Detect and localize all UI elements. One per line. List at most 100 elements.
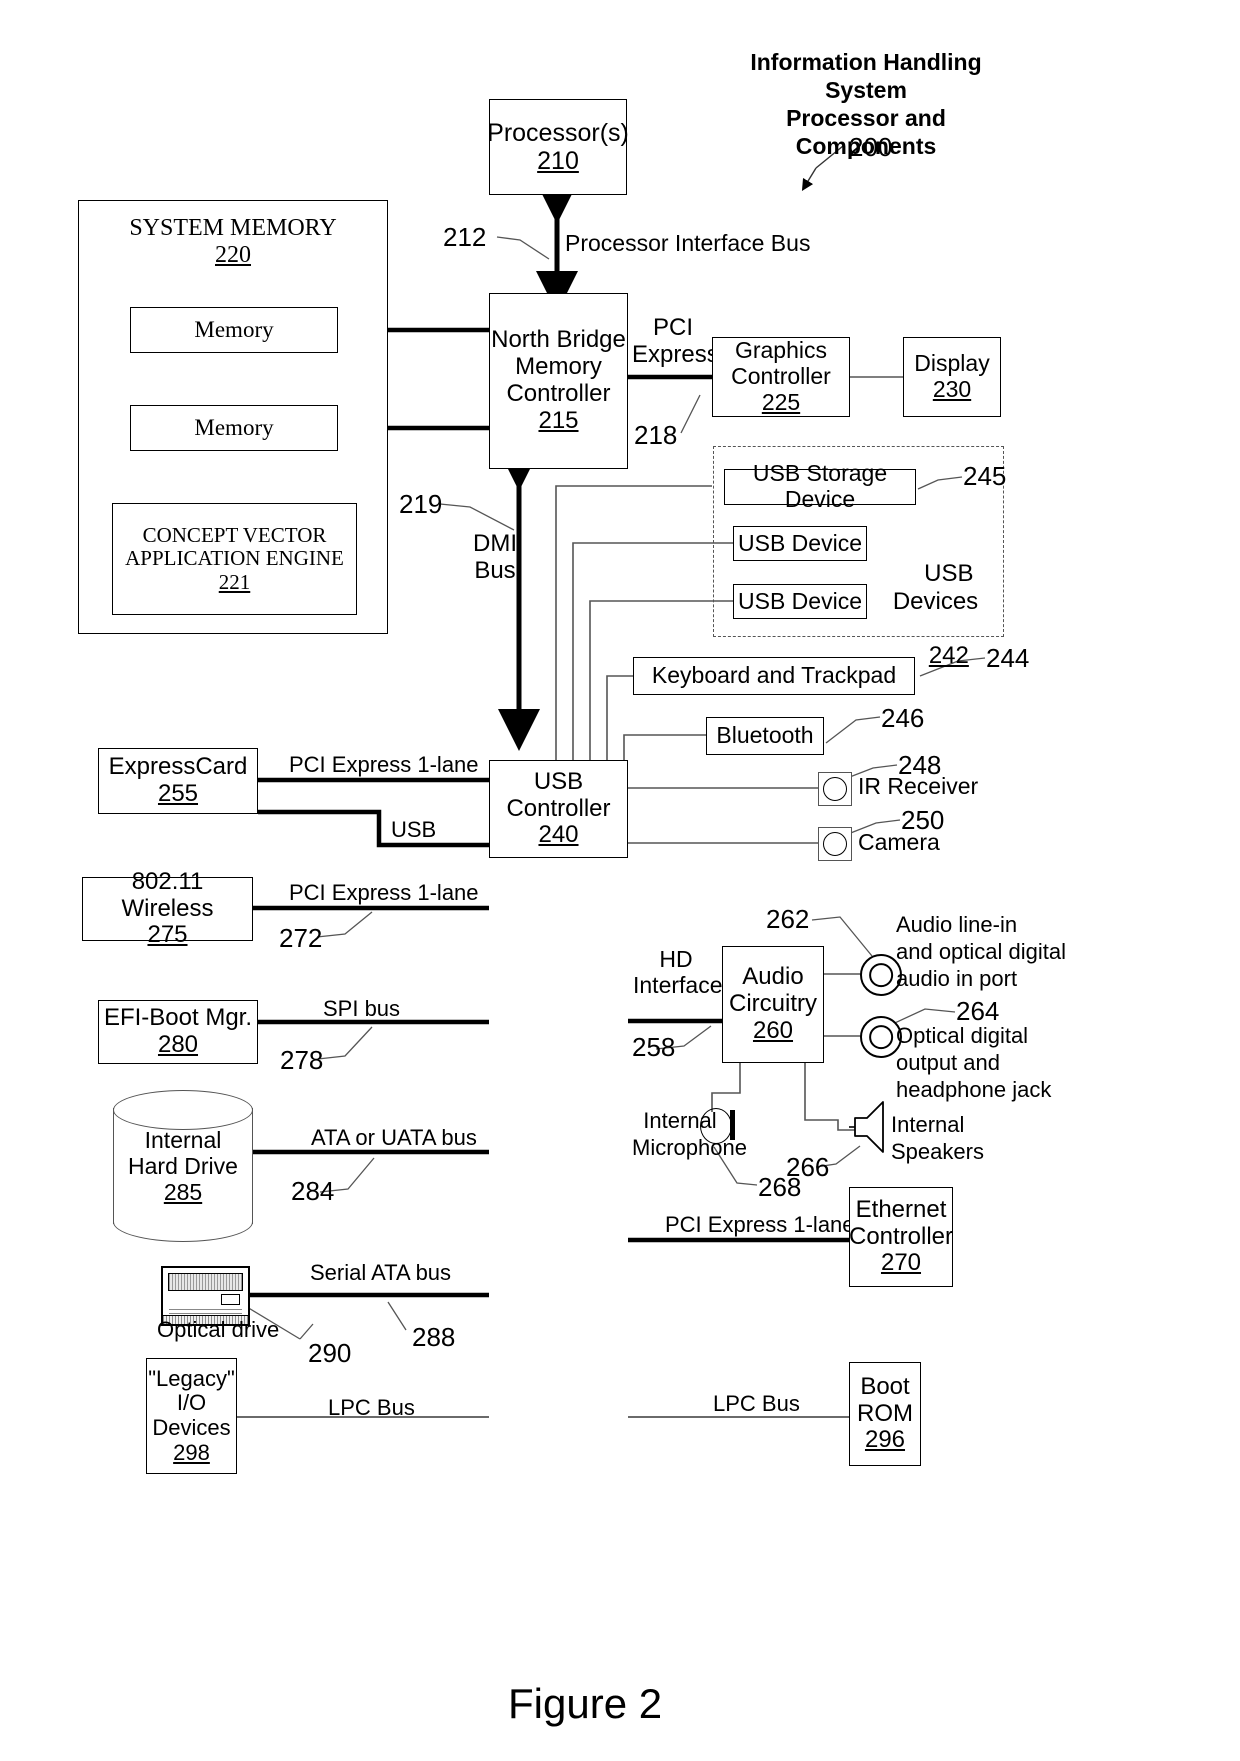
- bus-label-lpc-right: LPC Bus: [713, 1391, 800, 1416]
- block-802-11-wireless[interactable]: 802.11 Wireless 275: [82, 868, 253, 948]
- ref-262: 262: [766, 904, 810, 934]
- bus-label-usb: USB: [391, 817, 437, 842]
- bus-label-pci-express: PCI Express: [632, 314, 719, 368]
- ref-288: 288: [412, 1322, 456, 1352]
- block-legacy-io-devices[interactable]: "Legacy" I/O Devices 298: [146, 1358, 237, 1474]
- hard-drive-labels: Internal Hard Drive 285: [113, 1090, 253, 1242]
- ref-212: 212: [443, 222, 487, 252]
- internal-speakers-label: Internal Speakers: [891, 1112, 984, 1164]
- usb-device-2-title: USB Device: [738, 587, 862, 614]
- processor-num: 210: [537, 147, 579, 175]
- north-bridge-num: 215: [538, 406, 579, 434]
- block-usb-controller[interactable]: USB Controller 240: [489, 760, 628, 858]
- ref-248: 248: [898, 750, 942, 780]
- bus-label-lpc-left: LPC Bus: [328, 1395, 415, 1420]
- south-bridge-title: South Bridge I/O Device and Disk Control…: [502, 1158, 615, 1321]
- bus-label-pcie-1lane-wireless: PCI Express 1-lane: [289, 880, 479, 905]
- ref-290: 290: [308, 1338, 352, 1368]
- figure-caption: Figure 2: [508, 1680, 663, 1727]
- ref-219: 219: [399, 489, 443, 519]
- ref-278: 278: [280, 1045, 324, 1075]
- block-memory-2[interactable]: Memory: [130, 405, 338, 451]
- audio-circuitry-num: 260: [752, 1016, 794, 1044]
- block-processor[interactable]: Processor(s) 210: [487, 99, 629, 195]
- internal-microphone-label: Internal Microphone: [632, 1108, 747, 1160]
- ref-258: 258: [632, 1032, 676, 1062]
- block-expresscard[interactable]: ExpressCard 255: [98, 748, 258, 814]
- block-concept-vector-application-engine[interactable]: CONCEPT VECTOR APPLICATION ENGINE 221: [112, 503, 357, 615]
- expresscard-title: ExpressCard: [108, 753, 248, 781]
- block-boot-rom[interactable]: Boot ROM 296: [849, 1362, 921, 1466]
- processor-title: Processor(s): [487, 119, 629, 147]
- wireless-title: 802.11 Wireless: [121, 867, 214, 922]
- south-bridge-num: 235: [538, 1320, 579, 1348]
- heading-line-2: System: [825, 77, 907, 104]
- bus-label-dmi: DMI Bus: [473, 530, 517, 584]
- north-bridge-title: North Bridge Memory Controller: [491, 326, 626, 407]
- bus-label-ata-uata: ATA or UATA bus: [311, 1125, 477, 1150]
- block-audio-circuitry[interactable]: Audio Circuitry 260: [722, 946, 824, 1063]
- concept-engine-num: 221: [218, 569, 251, 594]
- graphics-title: Graphics Controller: [731, 337, 831, 390]
- audio-circuitry-title: Audio Circuitry: [729, 963, 817, 1018]
- block-memory-1[interactable]: Memory: [130, 307, 338, 353]
- block-north-bridge-memory-controller[interactable]: North Bridge Memory Controller 215: [489, 293, 628, 469]
- system-memory-num: 220: [215, 241, 251, 268]
- optical-drive-label: Optical drive: [157, 1317, 280, 1342]
- ethernet-title: Ethernet Controller: [848, 1195, 954, 1250]
- memory-2-title: Memory: [194, 415, 274, 441]
- heading-line-1: Information Handling: [750, 49, 982, 75]
- optical-output-label: Optical digital output and headphone jac…: [896, 1023, 1052, 1102]
- concept-engine-title: CONCEPT VECTOR APPLICATION ENGINE: [125, 522, 344, 571]
- memory-1-title: Memory: [194, 317, 274, 343]
- block-keyboard-and-trackpad[interactable]: Keyboard and Trackpad: [633, 657, 915, 695]
- ref-266: 266: [786, 1152, 830, 1182]
- bus-label-processor-interface: Processor Interface Bus: [565, 230, 811, 256]
- bus-label-pcie-1lane-expresscard: PCI Express 1-lane: [289, 752, 479, 777]
- ref-244: 244: [986, 643, 1030, 673]
- ir-receiver-icon: [818, 772, 852, 806]
- ref-284: 284: [291, 1176, 335, 1206]
- internal-hard-drive-icon[interactable]: Internal Hard Drive 285: [113, 1090, 253, 1242]
- bus-label-hd-interface: HD Interface: [633, 946, 723, 998]
- hard-drive-title: Internal Hard Drive: [128, 1126, 238, 1179]
- block-bluetooth[interactable]: Bluetooth: [706, 717, 824, 755]
- ethernet-num: 270: [880, 1249, 922, 1277]
- display-num: 230: [932, 376, 972, 402]
- patent-figure-canvas: Information Handling System Processor an…: [0, 0, 1240, 1761]
- usb-controller-title: USB Controller: [506, 767, 611, 822]
- efi-boot-title: EFI-Boot Mgr.: [103, 1004, 253, 1032]
- camera-icon: [818, 827, 852, 861]
- usb-devices-title: USB Devices: [892, 560, 979, 615]
- bluetooth-title: Bluetooth: [716, 722, 814, 749]
- usb-device-1-title: USB Device: [738, 529, 862, 556]
- usb-controller-num: 240: [538, 821, 579, 849]
- bus-label-spi: SPI bus: [323, 996, 401, 1021]
- bus-label-pcie-1lane-ethernet: PCI Express 1-lane: [665, 1212, 855, 1237]
- legacy-io-title: "Legacy" I/O Devices: [148, 1365, 235, 1440]
- block-usb-device-1[interactable]: USB Device: [733, 526, 867, 561]
- efi-boot-num: 280: [157, 1031, 199, 1058]
- audio-line-in-label: Audio line-in and optical digital audio …: [896, 912, 1067, 991]
- expresscard-num: 255: [157, 780, 199, 807]
- boot-rom-title: Boot ROM: [857, 1372, 913, 1427]
- hard-drive-num: 285: [163, 1179, 203, 1206]
- ref-200: 200: [849, 132, 893, 162]
- block-usb-device-2[interactable]: USB Device: [733, 584, 867, 619]
- system-memory-title: SYSTEM MEMORY: [129, 215, 337, 241]
- ref-250: 250: [901, 805, 945, 835]
- block-graphics-controller[interactable]: Graphics Controller 225: [712, 337, 850, 417]
- block-display[interactable]: Display 230: [903, 337, 1001, 417]
- block-usb-storage-device[interactable]: USB Storage Device: [724, 460, 916, 512]
- graphics-num: 225: [761, 388, 801, 415]
- legacy-io-num: 298: [173, 1439, 210, 1465]
- ref-218: 218: [634, 420, 678, 450]
- usb-devices-num: 242: [928, 642, 969, 670]
- boot-rom-num: 296: [864, 1426, 906, 1454]
- ref-245: 245: [963, 461, 1007, 491]
- block-efi-boot-mgr[interactable]: EFI-Boot Mgr. 280: [98, 1000, 258, 1064]
- wireless-num: 275: [147, 921, 188, 949]
- keyboard-title: Keyboard and Trackpad: [651, 662, 897, 689]
- block-ethernet-controller[interactable]: Ethernet Controller 270: [849, 1187, 953, 1287]
- display-title: Display: [914, 350, 990, 377]
